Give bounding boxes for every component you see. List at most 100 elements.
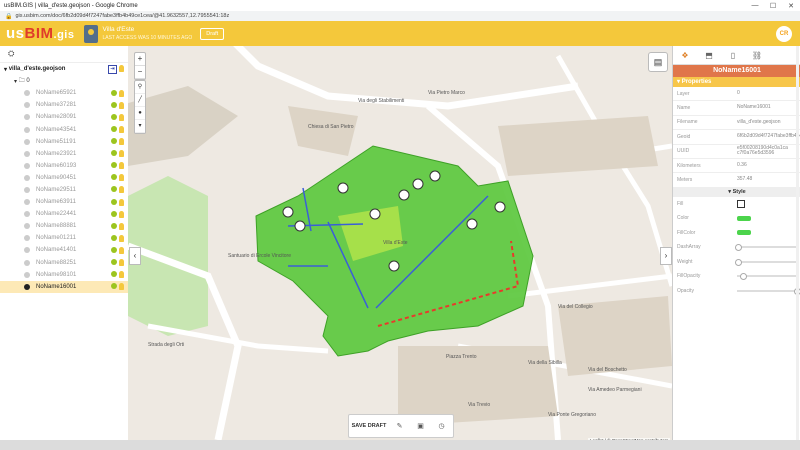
tree-item[interactable]: NoName16001 — [0, 280, 128, 293]
tree-item[interactable]: NoName98101 — [0, 269, 128, 281]
tree-item[interactable]: NoName60193 — [0, 160, 128, 172]
bulb-icon[interactable] — [119, 113, 124, 121]
tree-item[interactable]: NoName01211 — [0, 232, 128, 244]
collapse-icon[interactable]: ▾ — [4, 66, 7, 73]
tree-root[interactable]: ▾ villa_d'este.geojson ⇥ — [0, 63, 128, 75]
bulb-icon[interactable] — [119, 186, 124, 194]
fillopacity-slider[interactable] — [737, 273, 797, 281]
collapse-left-icon[interactable]: ‹ — [129, 247, 141, 265]
panel-scrollbar[interactable] — [796, 46, 799, 440]
weight-slider[interactable] — [735, 258, 797, 266]
bulb-icon[interactable] — [119, 234, 124, 242]
bulb-icon[interactable] — [119, 89, 124, 97]
tree-item[interactable]: NoName88251 — [0, 257, 128, 269]
villa-polygon[interactable] — [255, 145, 534, 357]
tree-item[interactable]: NoName63911 — [0, 196, 128, 208]
property-value[interactable]: 0 — [737, 90, 797, 97]
visibility-toggle-icon[interactable]: ⇥ — [108, 64, 117, 74]
history-icon[interactable]: ◷ — [431, 422, 452, 430]
tree-item[interactable]: NoName41401 — [0, 244, 128, 256]
eye-icon[interactable] — [111, 222, 117, 229]
link-tab-icon[interactable]: ⛓ — [745, 51, 769, 60]
eye-icon[interactable] — [111, 259, 117, 266]
bulb-icon[interactable] — [119, 64, 124, 72]
tree-item[interactable]: NoName29511 — [0, 184, 128, 196]
bulb-icon[interactable] — [119, 259, 124, 267]
bulb-icon[interactable] — [119, 138, 124, 146]
save-draft-button[interactable]: SAVE DRAFT — [349, 423, 389, 429]
url-text[interactable]: gis.usbim.com/doc/6fb2d09d4f7247fabe3ffb… — [15, 13, 229, 19]
draw-point-icon[interactable]: ● — [135, 107, 145, 120]
eye-icon[interactable] — [111, 283, 117, 290]
bulb-icon[interactable] — [119, 246, 124, 254]
save-icon[interactable]: ▣ — [410, 422, 431, 430]
document-tab-icon[interactable]: ▯ — [721, 51, 745, 60]
tree-item[interactable]: NoName88881 — [0, 220, 128, 232]
tree-item[interactable]: NoName65921 — [0, 87, 128, 99]
bulb-icon[interactable] — [119, 283, 124, 291]
maximize-button[interactable]: ☐ — [764, 2, 782, 10]
style-section-header[interactable]: ▾ Style — [673, 187, 800, 197]
bulb-icon[interactable] — [119, 174, 124, 182]
properties-section-header[interactable]: ▾ Properties — [673, 77, 800, 87]
eye-icon[interactable] — [111, 89, 117, 96]
info-tab-icon[interactable]: ⬒ — [697, 51, 721, 60]
eye-icon[interactable] — [111, 138, 117, 145]
bulb-icon[interactable] — [119, 271, 124, 279]
slider-thumb[interactable] — [735, 244, 743, 252]
property-value[interactable]: 0.36 — [737, 162, 797, 169]
property-value[interactable]: villa_d'este.geojson — [737, 119, 797, 126]
eye-icon[interactable] — [111, 210, 117, 217]
user-avatar[interactable]: CR — [776, 25, 792, 42]
tree-item[interactable]: NoName90451 — [0, 172, 128, 184]
bulb-icon[interactable] — [119, 126, 124, 134]
tree-item[interactable]: NoName22441 — [0, 208, 128, 220]
bulb-icon[interactable] — [119, 222, 124, 230]
eye-icon[interactable] — [111, 186, 117, 193]
bulb-icon[interactable] — [119, 162, 124, 170]
eye-icon[interactable] — [111, 150, 117, 157]
minimize-button[interactable]: — — [746, 2, 764, 10]
edit-icon[interactable]: ✎ — [389, 422, 410, 430]
tree-item[interactable]: NoName23921 — [0, 148, 128, 160]
property-value[interactable]: e5f00208190d4c0a1ca c7f0a76e5d3596 — [737, 145, 797, 157]
collapse-right-icon[interactable]: › — [660, 247, 672, 265]
zoom-out-button[interactable]: − — [135, 66, 145, 79]
property-value[interactable]: NoName16001 — [737, 105, 797, 111]
marker-icon[interactable]: ▾ — [135, 120, 145, 133]
layers-icon[interactable]: ▤ — [648, 52, 668, 72]
eye-icon[interactable] — [111, 113, 117, 120]
eye-icon[interactable] — [111, 162, 117, 169]
property-value[interactable]: 357.48 — [737, 177, 797, 183]
layers-tab-icon[interactable]: ❖ — [673, 51, 697, 60]
zoom-in-button[interactable]: + — [135, 53, 145, 66]
hierarchy-icon[interactable]: ⛭ — [8, 49, 14, 59]
eye-icon[interactable] — [111, 234, 117, 241]
eye-icon[interactable] — [111, 101, 117, 108]
tree-item[interactable]: NoName28091 — [0, 111, 128, 123]
search-icon[interactable]: ⚲ — [135, 81, 145, 94]
tree-item[interactable]: NoName43541 — [0, 123, 128, 135]
slider-thumb[interactable] — [735, 258, 743, 266]
fillcolor-swatch[interactable] — [737, 230, 751, 236]
slider-thumb[interactable] — [740, 273, 747, 281]
eye-icon[interactable] — [111, 198, 117, 205]
eye-icon[interactable] — [111, 126, 117, 133]
bulb-icon[interactable] — [119, 210, 124, 218]
bulb-icon[interactable] — [119, 101, 124, 109]
draw-line-icon[interactable]: ╱ — [135, 94, 145, 107]
property-value[interactable]: 6f6b2d09d4f7247fabe3ffb4b49ce1cea — [737, 134, 800, 140]
fill-checkbox[interactable] — [737, 199, 745, 208]
map-canvas[interactable]: Via degli Stabilimenti Strada degli Orti… — [128, 46, 672, 440]
collapse-icon[interactable]: ▾ — [14, 78, 17, 85]
eye-icon[interactable] — [111, 271, 117, 278]
bulb-icon[interactable] — [119, 150, 124, 158]
tree-group[interactable]: ▾ 🗀 0 — [0, 75, 128, 87]
eye-icon[interactable] — [111, 246, 117, 253]
opacity-slider[interactable] — [737, 287, 800, 295]
tree-item[interactable]: NoName37281 — [0, 99, 128, 111]
tree-item[interactable]: NoName51191 — [0, 136, 128, 148]
color-swatch[interactable] — [737, 215, 751, 221]
app-logo[interactable]: usBIM.gis — [6, 25, 74, 42]
bulb-icon[interactable] — [119, 198, 124, 206]
